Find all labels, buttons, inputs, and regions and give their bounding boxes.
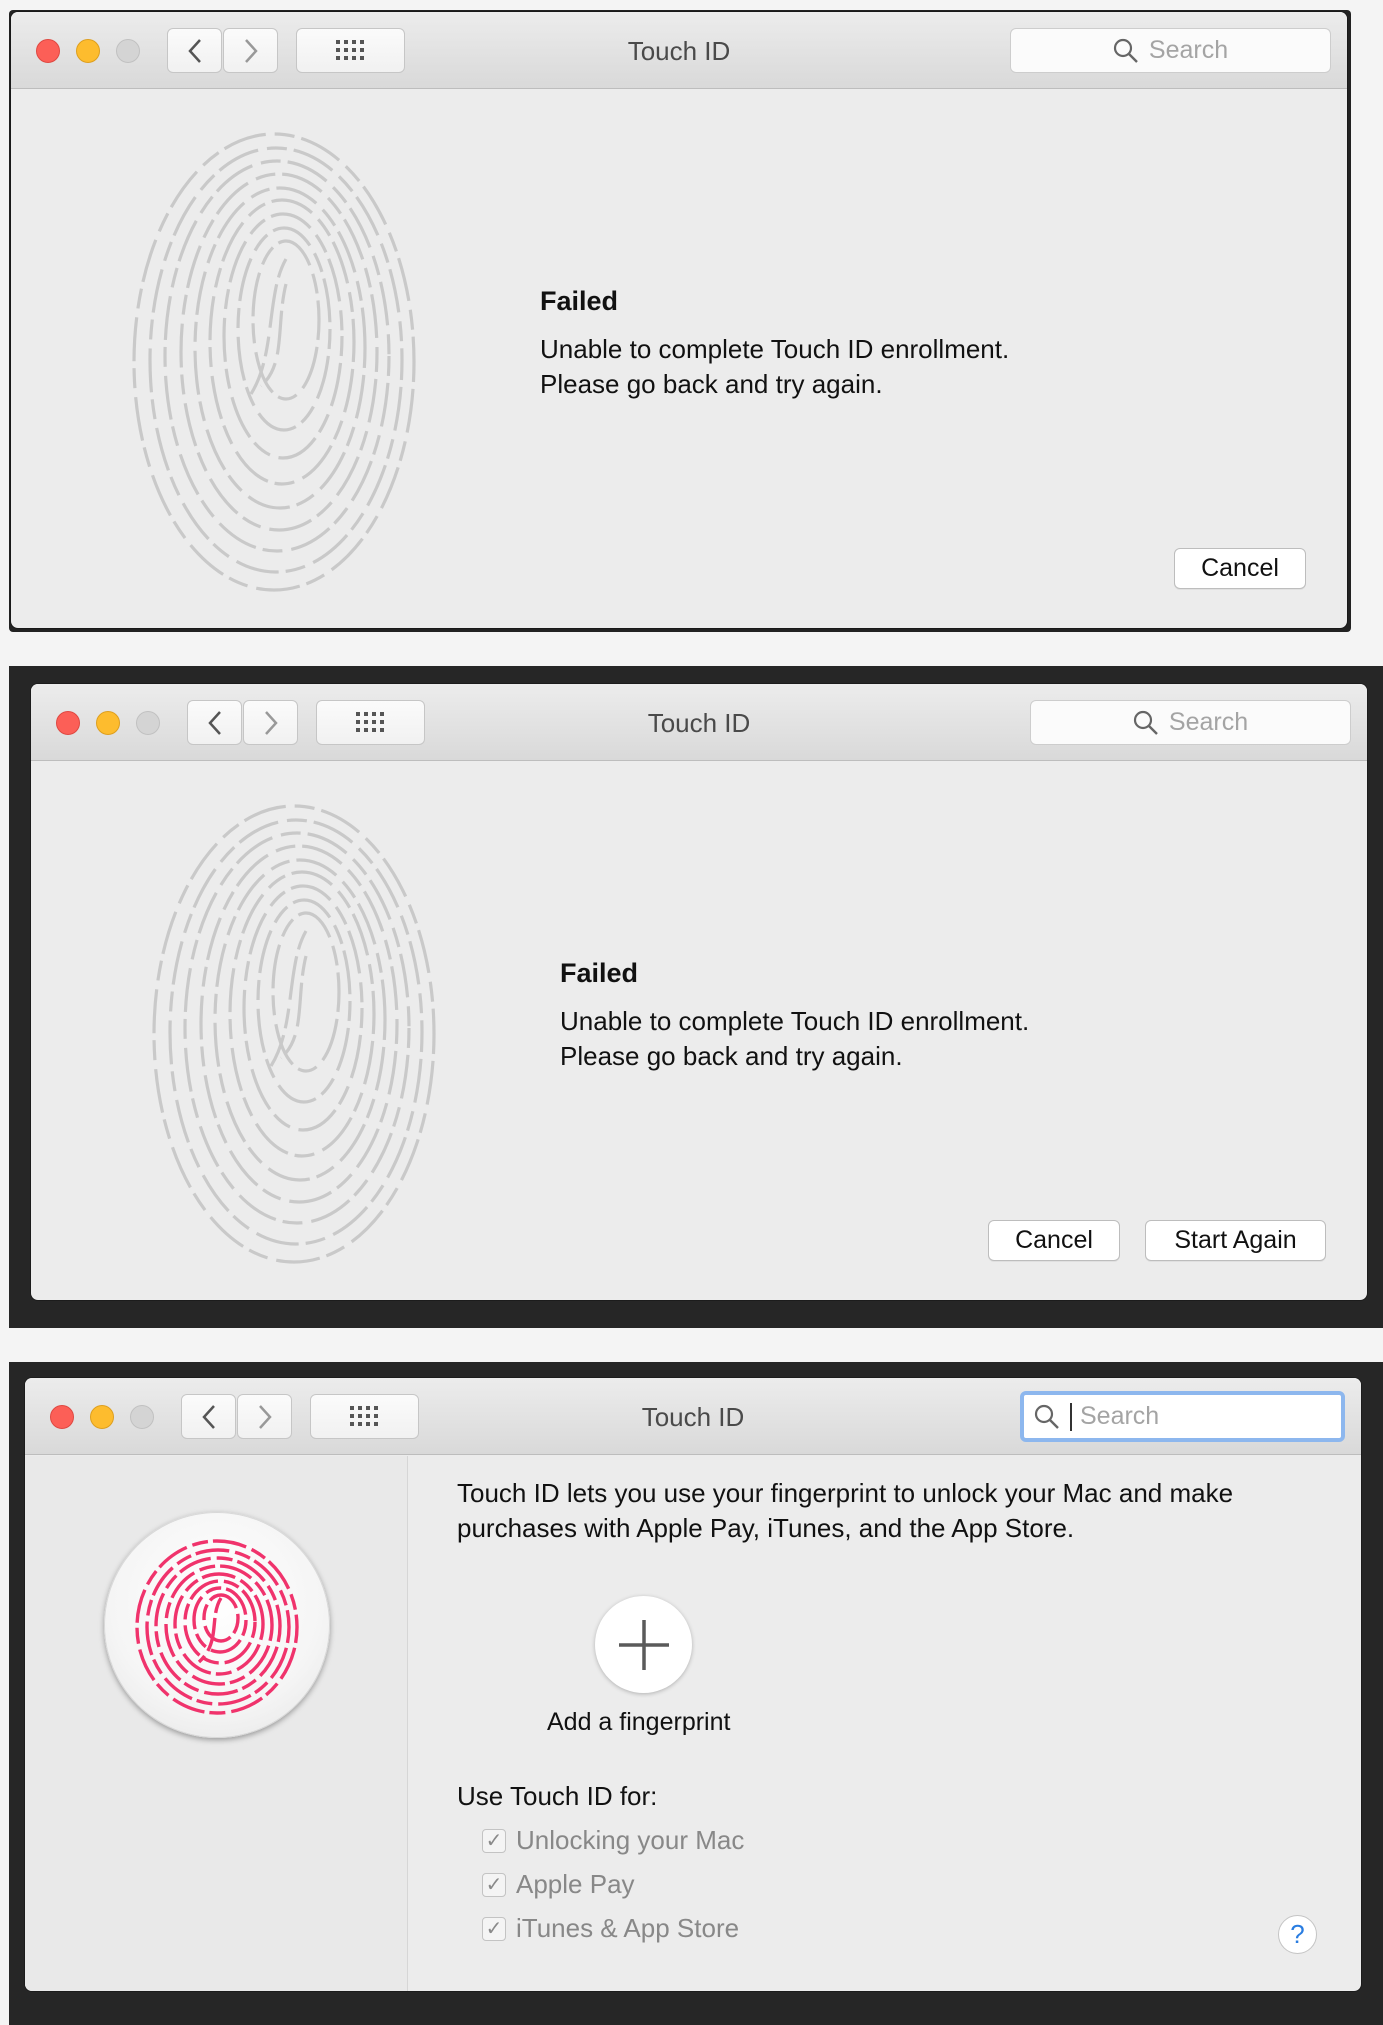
grid-icon [355, 711, 384, 732]
fingerprint-icon [135, 1539, 299, 1715]
zoom-button[interactable] [136, 711, 160, 735]
option-unlocking-mac[interactable]: ✓ Unlocking your Mac [482, 1825, 744, 1856]
close-button[interactable] [50, 1405, 74, 1429]
text-cursor [1070, 1402, 1072, 1431]
checkmark-icon: ✓ [485, 1874, 503, 1896]
chevron-left-icon [201, 1404, 215, 1429]
minimize-button[interactable] [96, 711, 120, 735]
window-title: Touch ID [647, 708, 751, 738]
status-message-line: Unable to complete Touch ID enrollment. [540, 334, 1010, 364]
grid-icon [335, 39, 364, 60]
search-icon [1113, 38, 1138, 63]
fingerprint-icon [132, 132, 416, 592]
show-all-button[interactable] [316, 700, 425, 745]
minimize-button[interactable] [90, 1405, 114, 1429]
start-again-button[interactable]: Start Again [1145, 1220, 1326, 1261]
option-label: Apple Pay [516, 1869, 635, 1899]
forward-button[interactable] [237, 1394, 292, 1439]
option-itunes-app-store[interactable]: ✓ iTunes & App Store [482, 1913, 739, 1944]
search-field[interactable]: Search [1020, 1391, 1345, 1442]
close-button[interactable] [36, 39, 60, 63]
window-title: Touch ID [627, 36, 731, 66]
status-message: Unable to complete Touch ID enrollment. … [540, 332, 1009, 402]
plus-icon [618, 1619, 669, 1670]
chevron-left-icon [187, 38, 201, 63]
zoom-button[interactable] [116, 39, 140, 63]
cancel-button[interactable]: Cancel [988, 1220, 1120, 1261]
search-icon [1034, 1404, 1059, 1429]
touch-id-window-failed: Touch ID Search Failed Unable to complet… [11, 12, 1347, 628]
status-message-line: Please go back and try again. [560, 1041, 903, 1071]
search-placeholder: Search [1080, 1402, 1160, 1430]
sidebar [25, 1456, 408, 1991]
show-all-button[interactable] [296, 28, 405, 73]
chevron-right-icon [264, 710, 278, 735]
window-title: Touch ID [641, 1402, 745, 1432]
chevron-right-icon [244, 38, 258, 63]
back-button[interactable] [167, 28, 222, 73]
fingerprint-disc [104, 1512, 330, 1738]
option-label: Unlocking your Mac [516, 1825, 745, 1855]
chevron-right-icon [258, 1404, 272, 1429]
search-field[interactable]: Search [1010, 28, 1331, 73]
forward-button[interactable] [223, 28, 278, 73]
cancel-button[interactable]: Cancel [1174, 548, 1306, 589]
checkbox-unlocking-mac[interactable]: ✓ [482, 1828, 506, 1853]
option-label: iTunes & App Store [516, 1913, 740, 1943]
status-message: Unable to complete Touch ID enrollment. … [560, 1004, 1029, 1074]
zoom-button[interactable] [130, 1405, 154, 1429]
status-title: Failed [560, 958, 639, 988]
title-bar: Touch ID Search [31, 684, 1367, 761]
intro-text: Touch ID lets you use your fingerprint t… [457, 1476, 1233, 1546]
grid-icon [349, 1405, 378, 1426]
minimize-button[interactable] [76, 39, 100, 63]
checkmark-icon: ✓ [485, 1830, 503, 1852]
forward-button[interactable] [243, 700, 298, 745]
title-bar: Touch ID Search [11, 12, 1347, 89]
back-button[interactable] [181, 1394, 236, 1439]
chevron-left-icon [207, 710, 221, 735]
search-placeholder: Search [1148, 36, 1229, 64]
checkbox-itunes-app-store[interactable]: ✓ [482, 1916, 506, 1941]
status-message-line: Unable to complete Touch ID enrollment. [560, 1006, 1030, 1036]
add-fingerprint-button[interactable] [595, 1596, 692, 1693]
status-message-line: Please go back and try again. [540, 369, 883, 399]
touch-id-window-failed-retry: Touch ID Search Failed Unable to complet… [31, 684, 1367, 1300]
intro-line: Touch ID lets you use your fingerprint t… [457, 1478, 1234, 1508]
search-field[interactable]: Search [1030, 700, 1351, 745]
option-apple-pay[interactable]: ✓ Apple Pay [482, 1869, 635, 1900]
search-placeholder: Search [1168, 708, 1249, 736]
checkbox-apple-pay[interactable]: ✓ [482, 1872, 506, 1897]
fingerprint-icon [152, 804, 436, 1264]
use-touch-id-label: Use Touch ID for: [457, 1781, 658, 1811]
title-bar: Touch ID Search [25, 1378, 1361, 1455]
status-title: Failed [540, 286, 619, 316]
checkmark-icon: ✓ [485, 1918, 503, 1940]
help-button[interactable]: ? [1278, 1915, 1317, 1954]
back-button[interactable] [187, 700, 242, 745]
search-icon [1133, 710, 1158, 735]
show-all-button[interactable] [310, 1394, 419, 1439]
add-fingerprint-label: Add a fingerprint [547, 1708, 731, 1736]
close-button[interactable] [56, 711, 80, 735]
intro-line: purchases with Apple Pay, iTunes, and th… [457, 1513, 1075, 1543]
touch-id-window-main: Touch ID Search Touch ID lets you use yo… [25, 1378, 1361, 1991]
